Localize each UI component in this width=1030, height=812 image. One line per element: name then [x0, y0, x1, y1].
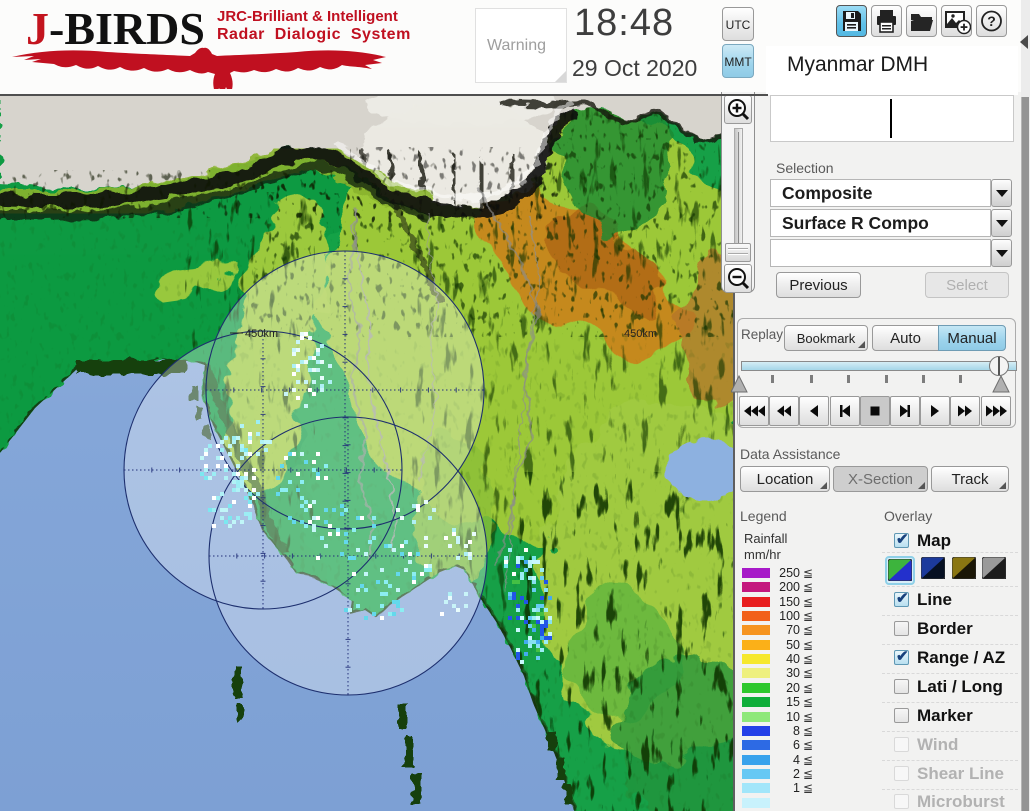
- svg-text:450km: 450km: [624, 328, 657, 340]
- svg-text:?: ?: [987, 13, 996, 29]
- svg-text:450km: 450km: [245, 328, 278, 340]
